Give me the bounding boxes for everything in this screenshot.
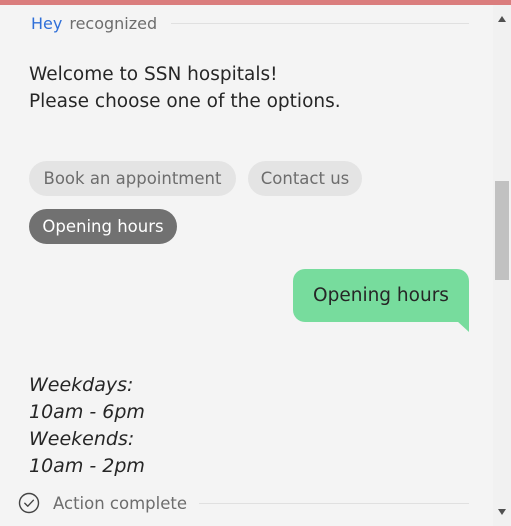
recognized-intent-keyword: Hey bbox=[31, 13, 63, 33]
bot-hours-reply: Weekdays: 10am - 6pm Weekends: 10am - 2p… bbox=[29, 372, 329, 480]
recognized-label: recognized bbox=[69, 13, 158, 33]
weekdays-label: Weekdays: bbox=[29, 374, 134, 396]
chat-transcript: Hey recognized Welcome to SSN hospitals!… bbox=[0, 5, 493, 526]
divider bbox=[171, 22, 469, 24]
scroll-up-arrow-icon[interactable] bbox=[493, 10, 511, 28]
bot-welcome-message: Welcome to SSN hospitals! Please choose … bbox=[29, 61, 449, 115]
weekends-hours: 10am - 2pm bbox=[29, 455, 145, 477]
weekends-label: Weekends: bbox=[29, 428, 135, 450]
option-book-appointment-button[interactable]: Book an appointment bbox=[29, 161, 236, 196]
option-opening-hours-button[interactable]: Opening hours bbox=[29, 209, 177, 244]
scroll-down-arrow-icon[interactable] bbox=[493, 503, 511, 521]
user-message-bubble: Opening hours bbox=[293, 269, 469, 322]
scrollbar-thumb[interactable] bbox=[495, 181, 509, 280]
action-complete-row: Action complete bbox=[18, 490, 469, 516]
bot-message-line: Welcome to SSN hospitals! bbox=[29, 64, 278, 85]
vertical-scrollbar[interactable] bbox=[493, 5, 511, 526]
divider bbox=[199, 502, 469, 504]
option-contact-us-button[interactable]: Contact us bbox=[248, 161, 362, 196]
weekdays-hours: 10am - 6pm bbox=[29, 401, 145, 423]
action-complete-label: Action complete bbox=[53, 493, 187, 513]
check-circle-icon bbox=[18, 492, 40, 514]
intent-recognized-row: Hey recognized bbox=[31, 11, 469, 35]
user-bubble-tail bbox=[457, 321, 469, 332]
bot-message-line: Please choose one of the options. bbox=[29, 91, 341, 112]
